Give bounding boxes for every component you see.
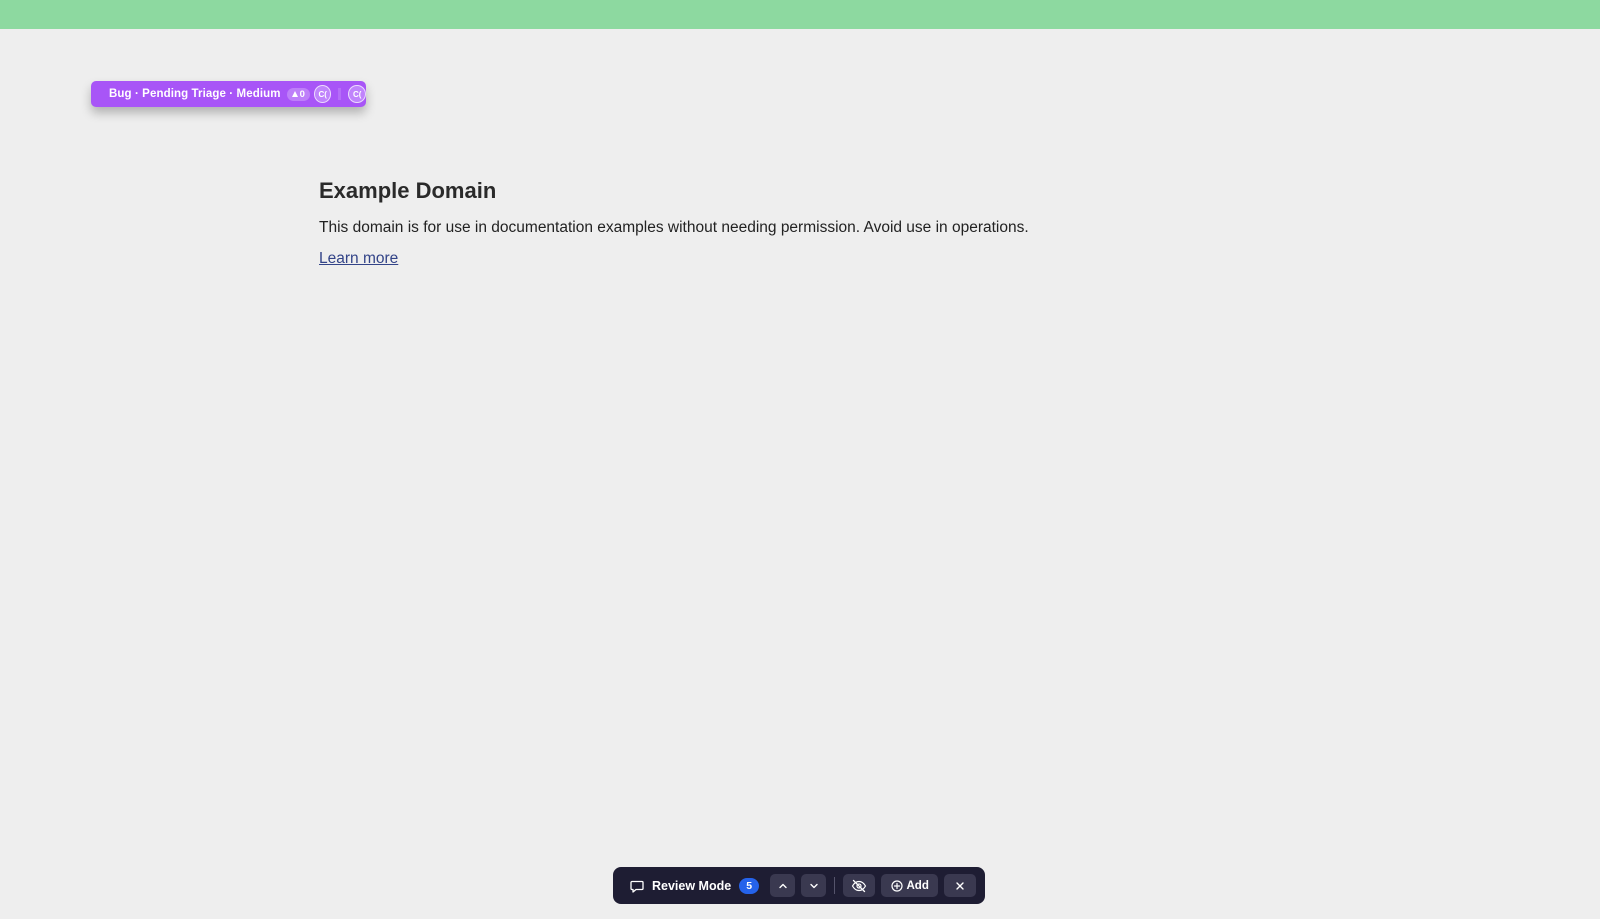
avatar-divider xyxy=(338,88,342,100)
review-mode-label: Review Mode xyxy=(652,878,732,893)
chat-bubble-icon xyxy=(629,878,644,893)
review-toolbar: Review Mode 5 Add xyxy=(613,867,985,904)
page-description: This domain is for use in documentation … xyxy=(319,219,1029,236)
top-accent-bar xyxy=(0,0,1600,29)
avatar[interactable]: C( xyxy=(348,85,366,103)
hide-annotations-button[interactable] xyxy=(843,874,876,897)
vote-chip[interactable]: 0 xyxy=(286,87,310,101)
next-button[interactable] xyxy=(801,874,827,897)
close-icon xyxy=(956,881,964,890)
eye-off-icon xyxy=(851,879,867,892)
upvote-icon xyxy=(291,91,298,97)
toolbar-divider xyxy=(834,877,836,894)
add-label: Add xyxy=(906,879,929,892)
previous-button[interactable] xyxy=(770,874,796,897)
page-title: Example Domain xyxy=(319,178,497,203)
learn-more-link[interactable]: Learn more xyxy=(319,250,398,268)
vote-count: 0 xyxy=(299,88,305,100)
comment-count-badge: 5 xyxy=(739,877,760,894)
annotation-label: Bug · Pending Triage · Medium xyxy=(109,88,281,100)
plus-circle-icon xyxy=(890,879,903,892)
chevron-down-icon xyxy=(809,883,818,888)
close-review-button[interactable] xyxy=(944,874,977,897)
avatar[interactable]: C( xyxy=(313,85,332,103)
add-comment-button[interactable]: Add xyxy=(881,874,939,897)
chevron-up-icon xyxy=(778,883,787,888)
page-content: Example Domain This domain is for use in… xyxy=(319,178,1219,268)
annotation-pill[interactable]: Bug · Pending Triage · Medium 0 C( C( xyxy=(91,81,366,107)
